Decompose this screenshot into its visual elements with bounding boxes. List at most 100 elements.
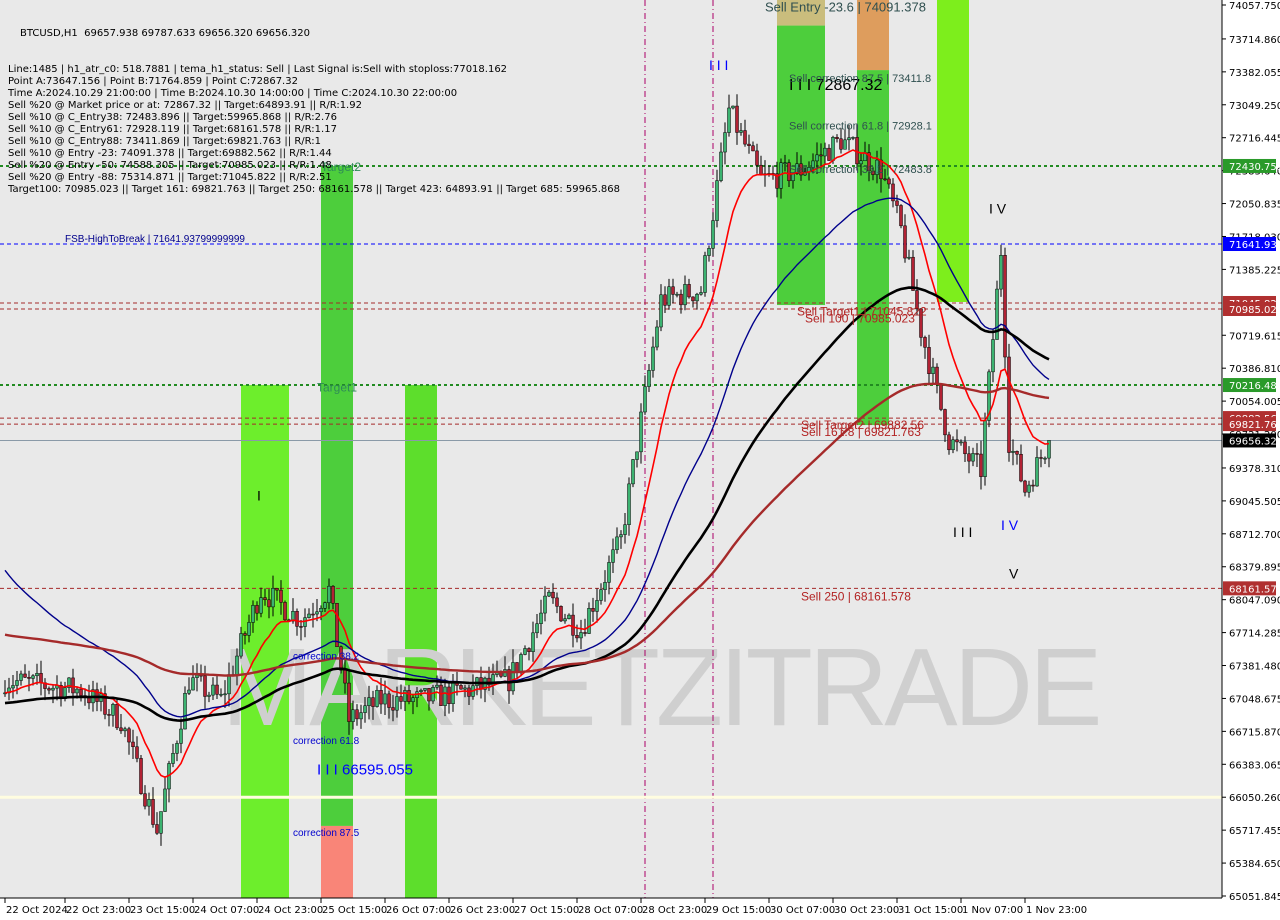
candle-body: [647, 370, 651, 387]
candle-body: [687, 284, 691, 298]
chart-annotation: Sell 161.8 | 69821.763: [801, 425, 921, 439]
candle-body: [983, 420, 987, 477]
candle-body: [519, 654, 523, 673]
candle-body: [967, 453, 971, 462]
chart-annotation: Sell correction 38.2 | 72483.8: [789, 164, 932, 176]
candle-body: [527, 648, 531, 652]
chart-annotation: Sell correction 87.5 | 73411.8: [789, 73, 931, 85]
price-tag-label: 68161.578: [1229, 584, 1280, 595]
candle-body: [19, 673, 23, 681]
candle-body: [691, 296, 695, 302]
y-tick-label: 66383.065: [1229, 760, 1280, 771]
candle-body: [695, 293, 699, 302]
candle-body: [751, 145, 755, 152]
candle-body: [703, 255, 707, 293]
candle-body: [15, 680, 19, 686]
candle-body: [963, 441, 967, 455]
candle-body: [187, 689, 191, 694]
candle-body: [203, 675, 207, 697]
candle-body: [1039, 457, 1043, 459]
chart-annotation: I I I: [709, 57, 728, 73]
candle-body: [723, 132, 727, 153]
candle-body: [783, 162, 787, 164]
candle-body: [375, 690, 379, 707]
candle-body: [143, 793, 147, 807]
candle-body: [747, 143, 751, 146]
info-line: Sell %20 @ Market price or at: 72867.32 …: [8, 100, 362, 112]
candle-body: [515, 662, 519, 673]
candle-body: [411, 697, 415, 702]
price-tag-label: 70216.483: [1229, 381, 1280, 392]
candle-body: [815, 154, 819, 162]
candle-body: [551, 591, 555, 599]
candle-body: [207, 694, 211, 697]
candle-body: [907, 256, 911, 259]
candle-body: [583, 632, 587, 634]
candle-body: [335, 603, 339, 648]
candle-body: [379, 690, 383, 705]
price-tag-label: 70985.023: [1229, 305, 1280, 316]
candle-body: [659, 294, 663, 328]
candle-body: [227, 674, 231, 695]
candle-body: [843, 139, 847, 150]
candle-body: [171, 753, 175, 764]
candle-body: [1003, 255, 1007, 358]
candle-body: [511, 662, 515, 692]
candle-body: [587, 608, 591, 634]
y-tick-label: 68712.700: [1229, 530, 1280, 541]
candle-body: [895, 200, 899, 206]
candle-body: [271, 588, 275, 608]
price-tag-label: 72430.751: [1229, 162, 1280, 173]
candle-body: [383, 693, 387, 705]
candle-body: [11, 685, 15, 689]
candle-body: [1015, 451, 1019, 455]
candle-body: [979, 453, 983, 477]
x-tick-label: 26 Oct 07:00: [386, 905, 451, 916]
info-line: Sell %20 @ Entry -50: 74588.305 || Targe…: [8, 160, 332, 172]
candle-body: [959, 441, 963, 444]
candle-body: [927, 347, 931, 374]
candle-body: [267, 599, 271, 608]
candle-body: [323, 602, 327, 609]
candle-body: [1007, 356, 1011, 453]
candle-body: [443, 686, 447, 706]
candle-body: [343, 669, 347, 684]
candle-body: [403, 690, 407, 702]
candle-body: [447, 686, 451, 704]
candle-body: [1035, 457, 1039, 487]
x-tick-label: 1 Nov 07:00: [962, 905, 1023, 916]
candle-body: [847, 137, 851, 141]
candle-body: [139, 758, 143, 794]
candle-body: [719, 151, 723, 181]
candle-body: [463, 687, 467, 690]
candle-body: [1011, 451, 1015, 453]
candle-body: [351, 709, 355, 722]
candle-body: [331, 585, 335, 604]
x-tick-label: 25 Oct 15:00: [322, 905, 387, 916]
candle-body: [651, 346, 655, 371]
candle-body: [395, 696, 399, 711]
candle-body: [595, 600, 599, 612]
info-line: Point A:73647.156 | Point B:71764.859 | …: [8, 76, 298, 88]
candle-body: [23, 673, 27, 678]
candle-body: [219, 693, 223, 696]
x-tick-label: 22 Oct 23:00: [66, 905, 131, 916]
y-tick-label: 74057.750: [1229, 1, 1280, 12]
price-tag-label: 69821.763: [1229, 420, 1280, 431]
candle-body: [543, 595, 547, 614]
candle-body: [299, 626, 303, 628]
x-tick-label: 30 Oct 23:00: [834, 905, 899, 916]
candle-body: [355, 709, 359, 720]
info-line: Sell %10 @ C_Entry88: 73411.869 || Targe…: [8, 136, 322, 148]
candle-body: [367, 697, 371, 706]
y-tick-label: 67048.675: [1229, 694, 1280, 705]
candle-body: [307, 613, 311, 618]
candle-body: [935, 366, 939, 385]
candle-body: [39, 673, 43, 684]
y-tick-label: 73049.250: [1229, 101, 1280, 112]
candle-body: [603, 582, 607, 590]
y-tick-label: 66050.260: [1229, 793, 1280, 804]
watermark: MARKETZITRADE: [222, 626, 1099, 749]
candle-body: [571, 614, 575, 636]
candle-body: [371, 697, 375, 707]
